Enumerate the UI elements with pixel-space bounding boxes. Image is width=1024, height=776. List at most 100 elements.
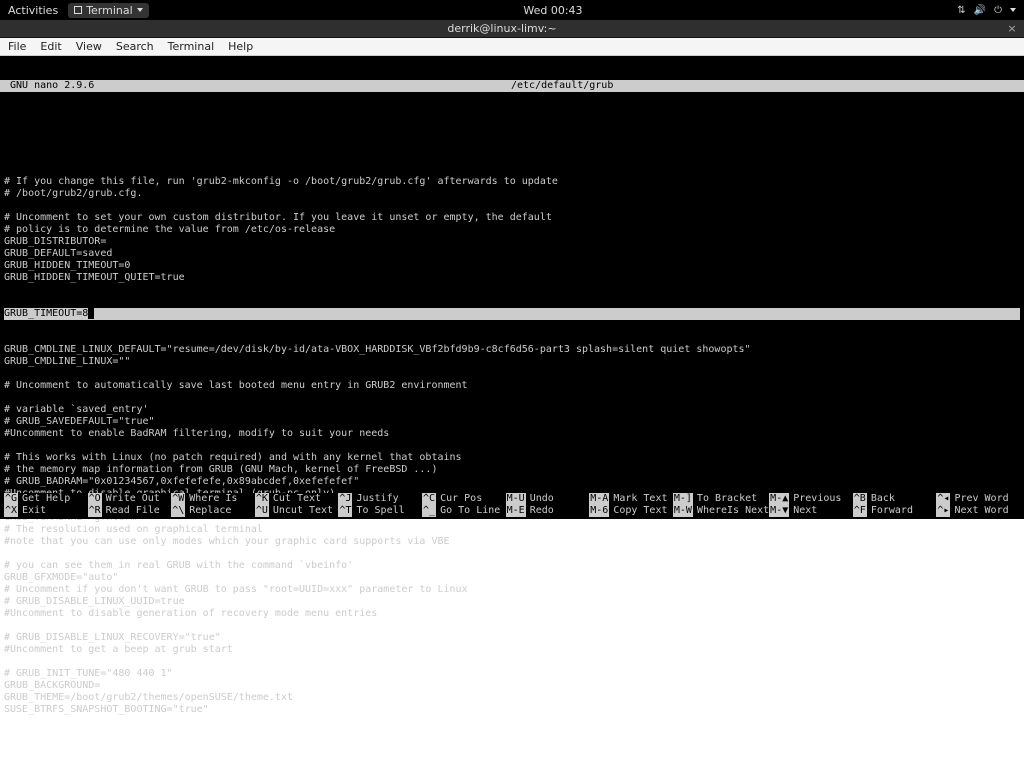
editor-line: GRUB_BACKGROUND= xyxy=(4,680,1020,692)
shortcut-group: M-▲PreviousM-▼Next xyxy=(769,493,853,517)
terminal-app-icon xyxy=(74,6,82,14)
editor-line: GRUB_CMDLINE_LINUX_DEFAULT="resume=/dev/… xyxy=(4,344,1020,356)
editor-line: # GRUB_BADRAM="0x01234567,0xfefefefe,0x8… xyxy=(4,476,1020,488)
editor-line: # Uncomment to automatically save last b… xyxy=(4,380,1020,392)
activities-button[interactable]: Activities xyxy=(8,4,58,17)
shortcut-label: WhereIs Next xyxy=(697,505,769,517)
terminal-menubar: File Edit View Search Terminal Help xyxy=(0,38,1024,56)
shortcut-group: ^CCur Pos^_Go To Line xyxy=(422,493,506,517)
editor-line: GRUB_GFXMODE="auto" xyxy=(4,572,1020,584)
shortcut-key: M-▼ xyxy=(769,505,789,517)
nano-shortcut-bar: ^GGet Help^XExit^OWrite Out^RRead File^W… xyxy=(0,493,1024,519)
shortcut-key: ^U xyxy=(255,505,269,517)
shortcut-key: M-6 xyxy=(589,505,609,517)
chevron-down-icon xyxy=(137,8,143,12)
menu-terminal[interactable]: Terminal xyxy=(168,40,215,53)
clock[interactable]: Wed 00:43 xyxy=(149,4,958,17)
terminal-viewport[interactable]: GNU nano 2.9.6 /etc/default/grub # If yo… xyxy=(0,56,1024,519)
shortcut-label: Next Word xyxy=(954,505,1008,517)
active-app-indicator[interactable]: Terminal xyxy=(68,3,149,18)
shortcut-group: M-A Mark Text M-6 Copy Text xyxy=(589,493,673,517)
shortcut-label: To Bracket xyxy=(697,493,757,505)
editor-line: # you can see them in real GRUB with the… xyxy=(4,560,1020,572)
active-app-label: Terminal xyxy=(86,4,133,17)
shortcut-key: M-E xyxy=(506,505,526,517)
shortcut-key: M-A xyxy=(589,493,609,505)
shortcut-group: ^JJustify^TTo Spell xyxy=(338,493,422,517)
shortcut-label: Go To Line xyxy=(440,505,500,517)
editor-line: GRUB_DISTRIBUTOR= xyxy=(4,236,1020,248)
editor-line xyxy=(4,656,1020,668)
menu-search[interactable]: Search xyxy=(116,40,154,53)
editor-line: # policy is to determine the value from … xyxy=(4,224,1020,236)
shortcut-key: M-] xyxy=(673,493,693,505)
shortcut-label: Justify xyxy=(356,493,398,505)
editor-line: # variable `saved_entry' xyxy=(4,404,1020,416)
shortcut-label: Redo xyxy=(530,505,554,517)
editor-line xyxy=(4,548,1020,560)
shortcut-group: ^GGet Help^XExit xyxy=(4,493,88,517)
chevron-down-icon xyxy=(1010,8,1016,12)
shortcut-label: Forward xyxy=(871,505,913,517)
shortcut-key: ^F xyxy=(853,505,867,517)
shortcut-group: M-U Undo M-E Redo xyxy=(506,493,590,517)
editor-line: #Uncomment to disable generation of reco… xyxy=(4,608,1020,620)
nano-filename: /etc/default/grub xyxy=(511,80,613,92)
editor-line xyxy=(4,440,1020,452)
shortcut-key: ^X xyxy=(4,505,18,517)
shortcut-label: Read File xyxy=(106,505,160,517)
editor-line: #Uncomment to enable BadRAM filtering, m… xyxy=(4,428,1020,440)
window-titlebar: derrik@linux-limv:~ × xyxy=(0,20,1024,38)
editor-line: GRUB_HIDDEN_TIMEOUT_QUIET=true xyxy=(4,272,1020,284)
shortcut-label: Back xyxy=(871,493,895,505)
editor-line: GRUB_DEFAULT=saved xyxy=(4,248,1020,260)
menu-help[interactable]: Help xyxy=(228,40,253,53)
shortcut-label: Prev Word xyxy=(954,493,1008,505)
shortcut-key: M-U xyxy=(506,493,526,505)
editor-line: # If you change this file, run 'grub2-mk… xyxy=(4,176,1020,188)
menu-view[interactable]: View xyxy=(76,40,102,53)
editor-line: # GRUB_DISABLE_LINUX_UUID=true xyxy=(4,596,1020,608)
editor-highlighted-line: GRUB_TIMEOUT=8 xyxy=(4,308,88,319)
shortcut-label: Undo xyxy=(530,493,554,505)
shortcut-label: Where Is xyxy=(189,493,237,505)
system-tray[interactable]: ⇅ 🔊 ⏻ xyxy=(957,5,1016,16)
shortcut-label: Write Out xyxy=(106,493,160,505)
editor-line: GRUB_HIDDEN_TIMEOUT=0 xyxy=(4,260,1020,272)
shortcut-key: M-▲ xyxy=(769,493,789,505)
shortcut-key: ^◂ xyxy=(936,493,950,505)
shortcut-group: ^BBack^FForward xyxy=(853,493,937,517)
editor-line xyxy=(4,620,1020,632)
editor-line xyxy=(4,368,1020,380)
shortcut-label: Copy Text xyxy=(613,505,667,517)
shortcut-key: ^C xyxy=(422,493,436,505)
editor-line: GRUB_CMDLINE_LINUX="" xyxy=(4,356,1020,368)
shortcut-label: Cur Pos xyxy=(440,493,482,505)
shortcut-label: Replace xyxy=(189,505,231,517)
shortcut-label: Uncut Text xyxy=(273,505,333,517)
shortcut-key: ^G xyxy=(4,493,18,505)
network-icon: ⇅ xyxy=(957,5,965,16)
editor-line xyxy=(4,200,1020,212)
editor-line: # the memory map information from GRUB (… xyxy=(4,464,1020,476)
shortcut-group: ^WWhere Is^\Replace xyxy=(171,493,255,517)
shortcut-label: Mark Text xyxy=(613,493,667,505)
shortcut-key: ^▸ xyxy=(936,505,950,517)
shortcut-key: ^O xyxy=(88,493,102,505)
shortcut-group: M-] To Bracket M-W WhereIs Next xyxy=(673,493,769,517)
editor-line: #Uncomment to get a beep at grub start xyxy=(4,644,1020,656)
menu-edit[interactable]: Edit xyxy=(40,40,61,53)
shortcut-key: ^W xyxy=(171,493,185,505)
editor-content[interactable]: # If you change this file, run 'grub2-mk… xyxy=(0,116,1024,740)
shortcut-key: M-W xyxy=(673,505,693,517)
power-icon: ⏻ xyxy=(994,5,1002,16)
shortcut-key: ^T xyxy=(338,505,352,517)
editor-line: # Uncomment if you don't want GRUB to pa… xyxy=(4,584,1020,596)
menu-file[interactable]: File xyxy=(8,40,26,53)
gnome-topbar: Activities Terminal Wed 00:43 ⇅ 🔊 ⏻ xyxy=(0,0,1024,20)
close-button[interactable]: × xyxy=(1004,22,1020,35)
editor-line: # The resolution used on graphical termi… xyxy=(4,524,1020,536)
editor-line: # /boot/grub2/grub.cfg. xyxy=(4,188,1020,200)
shortcut-label: Get Help xyxy=(22,493,70,505)
volume-icon: 🔊 xyxy=(974,5,986,16)
